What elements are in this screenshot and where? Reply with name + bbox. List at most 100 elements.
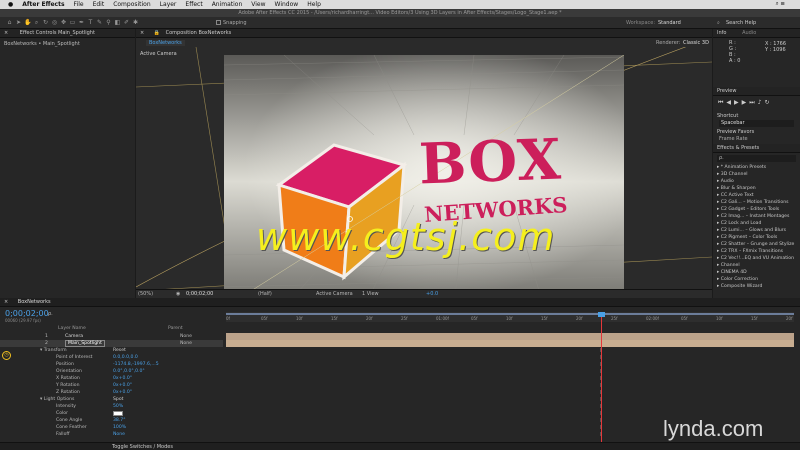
preset-item[interactable]: ▸ CC Active Text xyxy=(717,193,754,198)
audio-icon[interactable]: ♪ xyxy=(758,99,765,106)
layer-bar-spotlight[interactable] xyxy=(226,340,794,347)
magnification-select[interactable]: (50%) xyxy=(138,291,153,297)
pan-behind-tool-icon[interactable]: ✥ xyxy=(60,19,67,26)
close-icon[interactable]: × xyxy=(140,30,144,36)
zoom-tool-icon[interactable]: ⌕ xyxy=(33,19,40,26)
toggle-switches-modes[interactable]: Toggle Switches / Modes xyxy=(112,444,173,450)
timeline-search-input[interactable]: ρ. xyxy=(48,311,53,317)
preview-tab[interactable]: Preview xyxy=(713,87,800,96)
camera-snapshot-icon[interactable]: ◉ xyxy=(176,291,180,297)
close-icon[interactable]: × xyxy=(4,299,8,305)
property-value[interactable]: 0x+0.0° xyxy=(113,389,132,396)
pen-tool-icon[interactable]: ✒ xyxy=(78,19,85,26)
shortcut-select[interactable]: Spacebar xyxy=(719,120,794,127)
property-value[interactable]: 0x+0.0° xyxy=(113,382,132,389)
property-row[interactable]: Orientation 0.0°,0.0°,0.0° xyxy=(0,368,223,375)
preset-item[interactable]: ▸ C2 Lumi... – Glows and Blurs xyxy=(717,228,786,233)
effects-search-input[interactable]: ρ. xyxy=(717,155,796,162)
eraser-tool-icon[interactable]: ◧ xyxy=(114,19,121,26)
menu-composition[interactable]: Composition xyxy=(113,1,150,8)
property-row[interactable]: Position -1174.8,-1997.6,...5 xyxy=(0,361,223,368)
menu-animation[interactable]: Animation xyxy=(212,1,243,8)
resolution-select[interactable]: (Half) xyxy=(258,291,272,297)
rotate-tool-icon[interactable]: ↻ xyxy=(42,19,49,26)
property-row[interactable]: Falloff None xyxy=(0,431,223,438)
work-area-bar[interactable] xyxy=(226,313,794,315)
property-value[interactable]: None xyxy=(113,431,125,438)
preset-item[interactable]: ▸ * Animation Presets xyxy=(717,165,766,170)
app-menu[interactable]: After Effects xyxy=(22,1,64,8)
preset-item[interactable]: ▸ Audio xyxy=(717,179,734,184)
current-time[interactable]: 0;00;02;00 xyxy=(186,291,213,297)
preset-item[interactable]: ▸ 3D Channel xyxy=(717,172,748,177)
rectangle-tool-icon[interactable]: ▭ xyxy=(69,19,76,26)
property-row[interactable]: ▾ Transform Reset xyxy=(0,347,223,354)
composition-tab[interactable]: × 🔒 Composition BoxNetworks xyxy=(136,29,712,38)
effect-controls-tab[interactable]: × Effect Controls Main_Spotlight xyxy=(0,29,135,38)
composition-viewer[interactable]: BOX NETWORKS xyxy=(224,55,624,308)
layer-bar-camera[interactable] xyxy=(226,333,794,340)
menu-file[interactable]: File xyxy=(74,1,84,8)
layer-parent[interactable]: None xyxy=(180,340,192,347)
hand-tool-icon[interactable]: ✋ xyxy=(24,19,31,26)
puppet-tool-icon[interactable]: ✱ xyxy=(132,19,139,26)
menu-view[interactable]: View xyxy=(251,1,265,8)
property-row[interactable]: Cone Feather 100% xyxy=(0,424,223,431)
playhead-handle[interactable] xyxy=(598,312,605,317)
snapping-toggle[interactable]: Snapping xyxy=(216,20,247,26)
property-row[interactable]: Color xyxy=(0,410,223,417)
property-value[interactable]: 38.7° xyxy=(113,417,126,424)
brush-tool-icon[interactable]: ✎ xyxy=(96,19,103,26)
view-layout-select[interactable]: 1 View xyxy=(362,291,379,297)
layer-row-spotlight[interactable]: 2 Main_Spotlight None xyxy=(0,340,223,347)
preset-item[interactable]: ▸ Color Correction xyxy=(717,277,758,282)
property-row[interactable]: Cone Angle 38.7° xyxy=(0,417,223,424)
camera-tool-icon[interactable]: ◎ xyxy=(51,19,58,26)
preset-item[interactable]: ▸ C2 Lock and Load xyxy=(717,221,761,226)
effects-presets-tab[interactable]: Effects & Presets xyxy=(713,144,800,153)
property-row[interactable]: Point of Interest 0.0,0.0,0.0 xyxy=(0,354,223,361)
timeline-tab[interactable]: × BoxNetworks xyxy=(0,298,800,307)
comp-subtab[interactable]: BoxNetworks xyxy=(146,40,185,46)
preset-item[interactable]: ▸ Blur & Sharpen xyxy=(717,186,756,191)
preset-item[interactable]: ▸ C2 Gali... – Motion Transitions xyxy=(717,200,789,205)
menu-effect[interactable]: Effect xyxy=(185,1,202,8)
light-color-swatch[interactable] xyxy=(113,411,123,416)
property-value[interactable]: 100% xyxy=(113,424,126,431)
stopwatch-icon[interactable]: ◷ xyxy=(2,351,11,360)
time-ruler[interactable]: 0f 05f 10f 15f 20f 25f 01:00f 05f 10f 15f 20f 25f 02… xyxy=(226,312,794,322)
preset-item[interactable]: ▸ C2 TRX – FXmix Transitions xyxy=(717,249,783,254)
last-frame-icon[interactable]: ⏭ xyxy=(749,99,757,106)
search-help-input[interactable]: Search Help xyxy=(726,20,756,26)
audio-tab[interactable]: Audio xyxy=(742,30,756,36)
prev-frame-icon[interactable]: ◀ xyxy=(726,99,734,106)
preset-item[interactable]: ▸ C2 Gadget – Editors Tools xyxy=(717,207,779,212)
renderer-value[interactable]: Classic 3D xyxy=(683,40,709,46)
text-tool-icon[interactable]: T xyxy=(87,19,94,26)
property-row[interactable]: Z Rotation 0x+0.0° xyxy=(0,389,223,396)
property-value[interactable]: 0x+0.0° xyxy=(113,375,132,382)
preset-item[interactable]: ▸ C2 Shatter – Grunge and Stylize xyxy=(717,242,794,247)
home-icon[interactable]: ⌂ xyxy=(6,19,13,26)
property-value[interactable]: 50% xyxy=(113,403,123,410)
property-row[interactable]: X Rotation 0x+0.0° xyxy=(0,375,223,382)
menubar-status-icons[interactable]: ⌕ ≡ xyxy=(776,1,785,8)
preset-item[interactable]: ▸ Channel xyxy=(717,263,740,268)
menu-edit[interactable]: Edit xyxy=(93,1,105,8)
menu-help[interactable]: Help xyxy=(307,1,321,8)
menu-layer[interactable]: Layer xyxy=(160,1,177,8)
layer-parent[interactable]: None xyxy=(180,333,192,340)
property-row[interactable]: ▾ Light Options Spot xyxy=(0,396,223,403)
camera-view-select[interactable]: Active Camera xyxy=(316,291,353,297)
menu-window[interactable]: Window xyxy=(275,1,299,8)
preset-item[interactable]: ▸ C2 Imag... – Instant Montages xyxy=(717,214,789,219)
info-tab[interactable]: Info Audio xyxy=(713,29,800,38)
preset-item[interactable]: ▸ C2 Vec!!...EQ and VU Animation xyxy=(717,256,794,261)
property-value[interactable]: 0.0°,0.0°,0.0° xyxy=(113,368,145,375)
close-icon[interactable]: × xyxy=(4,30,8,36)
workspace-select[interactable]: Standard xyxy=(658,20,681,26)
property-row[interactable]: Y Rotation 0x+0.0° xyxy=(0,382,223,389)
selection-tool-icon[interactable]: ➤ xyxy=(15,19,22,26)
preset-item[interactable]: ▸ CINEMA 4D xyxy=(717,270,747,275)
exposure-value[interactable]: +0.0 xyxy=(426,291,438,297)
